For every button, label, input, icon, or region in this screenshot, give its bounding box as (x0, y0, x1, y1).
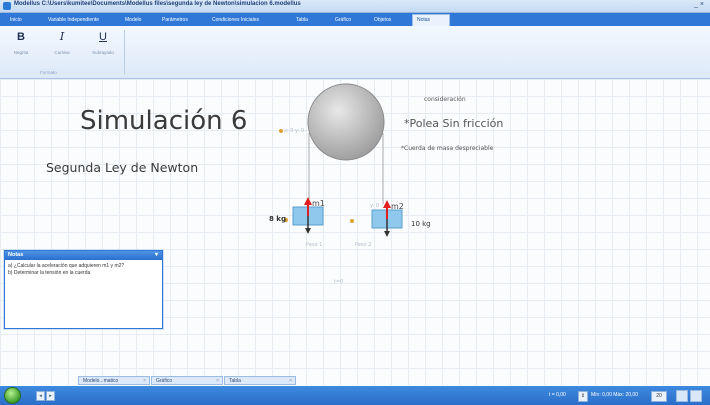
weight-1-label: Peso 1 (306, 242, 323, 248)
status-bar: ◂ ▸ t = 0,00 ⇕ Mín: 0,00 Máx: 20,00 20 (0, 386, 710, 405)
notes-title: Notas (8, 252, 24, 258)
mass-2-handle[interactable] (350, 219, 354, 223)
bold-label: Negrita (13, 50, 29, 55)
notes-header[interactable]: Notas ▾ (5, 251, 162, 260)
time-stepper[interactable]: ⇕ (578, 391, 588, 402)
vector-coordinate: y: 0 (370, 203, 380, 209)
mass-1-value[interactable]: 8 kg (269, 215, 286, 223)
bottom-tab-tabla-label: Tabla (229, 378, 241, 384)
weight-arrowhead-1 (305, 228, 311, 234)
time-range: Mín: 0,00 Máx: 20,00 (591, 392, 638, 398)
time-marker: t=0 (334, 279, 344, 285)
tab-parametros[interactable]: Parámetros (158, 15, 192, 26)
play-button[interactable] (4, 387, 21, 404)
bold-icon: B (17, 31, 25, 43)
underline-label: Subrayado (92, 50, 114, 55)
ribbon: B Negrita I Cursiva U Subrayado Formato (0, 26, 710, 79)
bottom-tab-modelo-label: Modelo...matico (83, 378, 119, 384)
time-readout: t = 0,00 (549, 392, 566, 398)
pulley-coordinates: x: 0 y: 0 (284, 128, 305, 134)
tab-objetos[interactable]: Objetos (370, 15, 395, 26)
tab-condiciones-iniciales[interactable]: Condiciones Iniciales (208, 15, 263, 26)
chevron-down-icon[interactable]: ▾ (155, 251, 158, 260)
bottom-tab-grafico[interactable]: Gráfico × (151, 376, 223, 385)
step-forward-icon[interactable]: ▸ (46, 391, 55, 401)
notes-content[interactable]: a) ¿Calcular la aceleración que adquiere… (5, 260, 162, 279)
underline-button[interactable]: U Subrayado (92, 30, 114, 55)
steps-field[interactable]: 20 (651, 391, 667, 402)
notes-line-2: b) Determinar la tensión en la cuerda (8, 269, 91, 276)
settings-icon[interactable] (676, 390, 688, 402)
close-icon[interactable]: × (143, 377, 146, 386)
close-icon[interactable]: × (289, 377, 292, 386)
tension-arrowhead-2 (383, 200, 391, 208)
weight-2-label: Peso 2 (355, 242, 372, 248)
window-controls[interactable]: _ × (694, 1, 704, 8)
options-icon[interactable] (690, 390, 702, 402)
mass-1-label[interactable]: m1 (312, 199, 325, 208)
tension-arrowhead-1 (304, 197, 312, 205)
italic-label: Cursiva (54, 50, 70, 55)
mass-2-label[interactable]: m2 (391, 202, 404, 211)
notes-panel[interactable]: Notas ▾ a) ¿Calcular la aceleración que … (4, 250, 163, 329)
bottom-tab-tabla[interactable]: Tabla × (224, 376, 296, 385)
pulley[interactable] (307, 83, 385, 161)
tab-inicio[interactable]: Inicio (6, 15, 26, 26)
title-bar: Modellus C:\Users\kumitee\Documents\Mode… (0, 0, 710, 13)
ribbon-tabs: Inicio Variable Independiente Modelo Par… (0, 13, 710, 27)
step-back-icon[interactable]: ◂ (36, 391, 45, 401)
bold-button[interactable]: B Negrita (10, 30, 32, 55)
format-group-label: Formato (40, 70, 57, 75)
tab-tabla[interactable]: Tabla (292, 15, 312, 26)
app-icon (3, 2, 11, 10)
mass-2-value[interactable]: 10 kg (411, 220, 431, 228)
close-icon[interactable]: × (216, 377, 219, 386)
underline-icon: U (99, 31, 107, 43)
bottom-tab-modelo[interactable]: Modelo...matico × (78, 376, 150, 385)
italic-button[interactable]: I Cursiva (51, 30, 73, 55)
bottom-tab-grafico-label: Gráfico (156, 378, 173, 384)
group-separator (124, 30, 125, 74)
tab-variable-independiente[interactable]: Variable Independiente (44, 15, 103, 26)
italic-icon: I (59, 30, 65, 43)
pulley-diagram (279, 83, 403, 237)
weight-arrowhead-2 (384, 231, 390, 237)
pulley-handle[interactable] (279, 129, 283, 133)
tab-modelo[interactable]: Modelo (121, 15, 145, 26)
modellus-canvas[interactable]: Simulación 6 Segunda Ley de Newton consi… (0, 79, 710, 385)
window-title: Modellus C:\Users\kumitee\Documents\Mode… (14, 1, 301, 7)
tab-grafico[interactable]: Gráfico (331, 15, 355, 26)
